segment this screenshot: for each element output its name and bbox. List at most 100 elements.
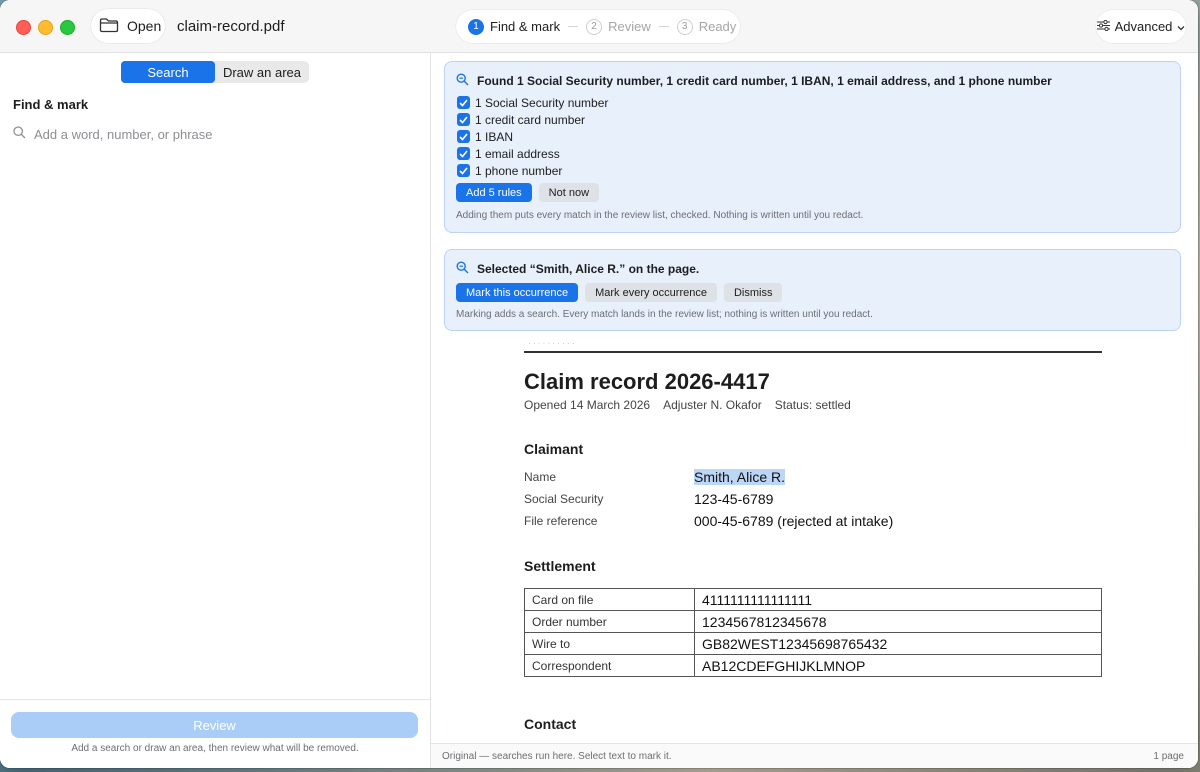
document-meta: Opened 14 March 2026 Adjuster N. Okafor … xyxy=(524,398,851,412)
open-button[interactable]: Open xyxy=(91,9,165,43)
checkbox-checked-icon[interactable] xyxy=(457,96,470,109)
zoom-window-button[interactable] xyxy=(60,20,75,35)
advanced-label: Advanced xyxy=(1114,19,1173,34)
close-window-button[interactable] xyxy=(16,20,31,35)
status-bar: Original — searches run here. Select tex… xyxy=(431,743,1198,768)
field-label[interactable]: Name xyxy=(524,470,556,484)
search-icon xyxy=(13,126,26,142)
detected-types-list: 1 Social Security number 1 credit card n… xyxy=(457,94,608,179)
selection-actions: Mark this occurrence Mark every occurren… xyxy=(456,283,783,302)
detected-type-label: 1 IBAN xyxy=(475,129,514,144)
table-cell-label[interactable]: Wire to xyxy=(524,632,695,655)
document-pane: · · · · · · · · · · Claim record 2026-44… xyxy=(431,53,1198,768)
sidebar-footer: Review Add a search or draw an area, the… xyxy=(0,699,430,768)
checkbox-checked-icon[interactable] xyxy=(457,164,470,177)
detected-type-item[interactable]: 1 Social Security number xyxy=(457,94,608,111)
review-button[interactable]: Review xyxy=(11,712,418,738)
document-title: claim-record.pdf xyxy=(177,18,285,35)
table-cell-value[interactable]: GB82WEST12345698765432 xyxy=(694,632,1102,655)
dismiss-button[interactable]: Dismiss xyxy=(723,283,783,302)
table-cell-value[interactable]: 1234567812345678 xyxy=(694,610,1102,633)
step-separator xyxy=(568,26,579,27)
checkbox-checked-icon[interactable] xyxy=(457,113,470,126)
sidebar: Search Draw an area Find & mark Add a wo… xyxy=(0,53,431,768)
search-placeholder[interactable]: Add a word, number, or phrase xyxy=(34,127,213,142)
tab-search[interactable]: Search xyxy=(121,61,215,83)
header-rule xyxy=(524,351,1102,353)
contact-heading[interactable]: Contact xyxy=(524,716,576,732)
document-heading[interactable]: Claim record 2026-4417 xyxy=(524,369,770,395)
step-label: Ready xyxy=(698,19,737,34)
add-rules-button[interactable]: Add 5 rules xyxy=(456,183,532,202)
selection-banner: Selected “Smith, Alice R.” on the page. … xyxy=(444,249,1181,331)
minimize-window-button[interactable] xyxy=(38,20,53,35)
status-text: Original — searches run here. Select tex… xyxy=(442,751,672,762)
magnifier-icon xyxy=(456,261,469,277)
step-separator xyxy=(658,26,669,27)
detection-summary: Found 1 Social Security number, 1 credit… xyxy=(477,74,1052,88)
sliders-icon xyxy=(1096,19,1110,34)
step-number: 1 xyxy=(468,18,484,35)
step-number: 2 xyxy=(586,18,603,35)
folder-icon xyxy=(99,17,119,36)
page-header-faint: · · · · · · · · · · xyxy=(528,339,575,348)
not-now-button[interactable]: Not now xyxy=(538,183,600,202)
selection-note: Marking adds a search. Every match lands… xyxy=(456,309,873,320)
meta-adjuster[interactable]: Adjuster N. Okafor xyxy=(663,398,762,412)
detection-actions: Add 5 rules Not now xyxy=(456,183,600,202)
detection-banner-title: Found 1 Social Security number, 1 credit… xyxy=(456,73,1052,89)
tab-draw-area[interactable]: Draw an area xyxy=(215,61,309,83)
table-row: Correspondent AB12CDEFGHIJKLMNOP xyxy=(524,654,1102,677)
step-indicator: 1 Find & mark 2 Review 3 Ready xyxy=(456,10,740,43)
detected-type-item[interactable]: 1 email address xyxy=(457,145,608,162)
step-label: Find & mark xyxy=(490,19,561,34)
detected-type-label: 1 phone number xyxy=(475,163,563,178)
detected-type-label: 1 credit card number xyxy=(475,112,586,127)
claimant-heading[interactable]: Claimant xyxy=(524,441,583,457)
table-row: Card on file 4111111111111111 xyxy=(524,588,1102,611)
field-value[interactable]: 123-45-6789 xyxy=(694,491,773,507)
search-field[interactable]: Add a word, number, or phrase xyxy=(13,126,213,142)
selection-summary: Selected “Smith, Alice R.” on the page. xyxy=(477,262,700,276)
settlement-table: Card on file 4111111111111111 Order numb… xyxy=(524,588,1102,677)
detected-type-item[interactable]: 1 phone number xyxy=(457,162,608,179)
field-label[interactable]: Social Security xyxy=(524,492,603,506)
detection-banner: Found 1 Social Security number, 1 credit… xyxy=(444,61,1181,233)
meta-opened[interactable]: Opened 14 March 2026 xyxy=(524,398,650,412)
app-window: Open claim-record.pdf 1 Find & mark 2 Re… xyxy=(0,0,1198,768)
checkbox-checked-icon[interactable] xyxy=(457,130,470,143)
table-cell-label[interactable]: Correspondent xyxy=(524,654,695,677)
mode-segmented-control: Search Draw an area xyxy=(121,61,309,83)
step-number: 3 xyxy=(676,18,693,35)
magnifier-icon xyxy=(456,73,469,89)
pdf-page[interactable]: · · · · · · · · · · Claim record 2026-44… xyxy=(431,333,1198,744)
toolbar: Open claim-record.pdf 1 Find & mark 2 Re… xyxy=(0,0,1198,53)
detected-type-item[interactable]: 1 credit card number xyxy=(457,111,608,128)
mark-every-occurrence-button[interactable]: Mark every occurrence xyxy=(585,283,717,302)
table-cell-label[interactable]: Order number xyxy=(524,610,695,633)
table-cell-label[interactable]: Card on file xyxy=(524,588,695,611)
settlement-heading[interactable]: Settlement xyxy=(524,558,596,574)
advanced-button[interactable]: Advanced xyxy=(1096,10,1186,43)
table-cell-value[interactable]: 4111111111111111 xyxy=(694,588,1102,611)
sidebar-heading: Find & mark xyxy=(13,97,89,112)
checkbox-checked-icon[interactable] xyxy=(457,147,470,160)
detected-type-label: 1 email address xyxy=(475,146,560,161)
mark-this-occurrence-button[interactable]: Mark this occurrence xyxy=(456,283,579,302)
meta-status[interactable]: Status: settled xyxy=(775,398,851,412)
detection-note: Adding them puts every match in the revi… xyxy=(456,210,864,221)
table-cell-value[interactable]: AB12CDEFGHIJKLMNOP xyxy=(694,654,1102,677)
step-review[interactable]: 2 Review xyxy=(586,18,651,35)
open-label: Open xyxy=(127,18,162,34)
selected-name-value[interactable]: Smith, Alice R. xyxy=(694,469,786,485)
table-row: Wire to GB82WEST12345698765432 xyxy=(524,632,1102,655)
detected-type-item[interactable]: 1 IBAN xyxy=(457,128,608,145)
field-value[interactable]: 000-45-6789 (rejected at intake) xyxy=(694,513,893,529)
step-ready[interactable]: 3 Ready xyxy=(676,18,737,35)
sidebar-hint: Add a search or draw an area, then revie… xyxy=(71,743,359,754)
chevron-down-icon xyxy=(1177,19,1185,34)
page-count: 1 page xyxy=(1153,751,1184,762)
step-find-mark[interactable]: 1 Find & mark xyxy=(468,18,561,35)
step-label: Review xyxy=(608,19,651,34)
field-label[interactable]: File reference xyxy=(524,514,597,528)
